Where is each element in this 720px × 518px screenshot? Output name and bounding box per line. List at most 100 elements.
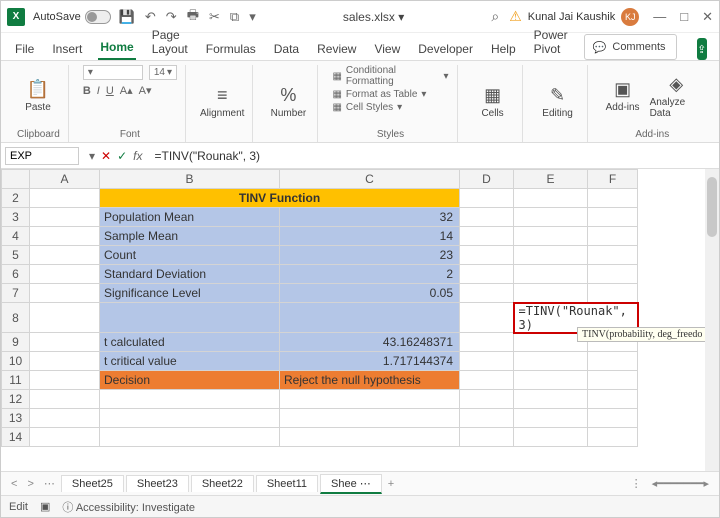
- row-header-5[interactable]: 5: [2, 246, 30, 265]
- cell-C7[interactable]: 0.05: [280, 284, 460, 303]
- font-grow-icon[interactable]: A▴: [120, 84, 133, 97]
- row-header-9[interactable]: 9: [2, 333, 30, 352]
- fx-icon[interactable]: fx: [133, 149, 142, 163]
- save-icon[interactable]: 💾: [119, 9, 135, 25]
- enter-formula-icon[interactable]: ✓: [117, 149, 127, 163]
- bold-button[interactable]: B: [83, 85, 91, 97]
- tab-page-layout[interactable]: Page Layout: [150, 24, 190, 60]
- formula-input[interactable]: =TINV("Rounak", 3): [149, 147, 720, 165]
- font-name-box[interactable]: ▾: [83, 65, 143, 80]
- cell-C6[interactable]: 2: [280, 265, 460, 284]
- sheet-tab-25[interactable]: Sheet25: [61, 475, 124, 492]
- cell-B3[interactable]: Population Mean: [100, 208, 280, 227]
- row-header-13[interactable]: 13: [2, 409, 30, 428]
- new-sheet-button[interactable]: +: [384, 478, 398, 490]
- dropdown-icon[interactable]: ▾: [89, 149, 95, 163]
- maximize-button[interactable]: □: [680, 9, 688, 25]
- format-as-table-button[interactable]: ▦ Format as Table ▾: [332, 89, 426, 100]
- cell-B10[interactable]: t critical value: [100, 352, 280, 371]
- col-header-E[interactable]: E: [514, 170, 588, 189]
- autosave-toggle[interactable]: [85, 10, 111, 24]
- col-header-B[interactable]: B: [100, 170, 280, 189]
- accessibility-status[interactable]: ⓘ Accessibility: Investigate: [62, 499, 195, 515]
- alignment-button[interactable]: ≡Alignment: [200, 85, 244, 119]
- cell-C11[interactable]: Reject the null hypothesis: [280, 371, 460, 390]
- sheet-nav-prev[interactable]: <: [7, 478, 21, 490]
- tab-insert[interactable]: Insert: [50, 38, 84, 60]
- paste-button[interactable]: 📋Paste: [17, 79, 59, 113]
- name-box[interactable]: [5, 147, 79, 165]
- tab-home[interactable]: Home: [98, 36, 135, 60]
- col-header-D[interactable]: D: [460, 170, 514, 189]
- vertical-scrollbar[interactable]: [705, 169, 719, 471]
- cells-button[interactable]: ▦Cells: [472, 85, 514, 119]
- cell-B5[interactable]: Count: [100, 246, 280, 265]
- tab-file[interactable]: File: [13, 38, 36, 60]
- user-area[interactable]: ⚠ Kunal Jai Kaushik KJ: [509, 8, 639, 26]
- sheet-tab-11[interactable]: Sheet11: [256, 475, 318, 492]
- addins-button[interactable]: ▣Add-ins: [602, 79, 644, 113]
- sheet-nav-next[interactable]: >: [23, 478, 37, 490]
- cell-B11[interactable]: Decision: [100, 371, 280, 390]
- redo-icon[interactable]: ↷: [166, 9, 177, 25]
- number-button[interactable]: %Number: [267, 85, 309, 119]
- row-header-2[interactable]: 2: [2, 189, 30, 208]
- tab-view[interactable]: View: [372, 38, 402, 60]
- copy-icon[interactable]: ⧉: [230, 9, 239, 25]
- minimize-button[interactable]: —: [653, 9, 666, 25]
- row-header-10[interactable]: 10: [2, 352, 30, 371]
- font-size-box[interactable]: 14 ▾: [149, 65, 177, 80]
- tab-data[interactable]: Data: [272, 38, 301, 60]
- row-header-14[interactable]: 14: [2, 428, 30, 447]
- cell-B4[interactable]: Sample Mean: [100, 227, 280, 246]
- cancel-formula-icon[interactable]: ✕: [101, 149, 111, 163]
- cell-B9[interactable]: t calculated: [100, 333, 280, 352]
- font-shrink-icon[interactable]: A▾: [139, 84, 152, 97]
- sheet-nav-more[interactable]: ⋯: [40, 477, 59, 490]
- col-header-A[interactable]: A: [30, 170, 100, 189]
- cell-C9[interactable]: 43.16248371: [280, 333, 460, 352]
- sheet-tab-active[interactable]: Shee ⋯: [320, 474, 382, 494]
- cut-icon[interactable]: ✂: [209, 9, 220, 25]
- cell-B8[interactable]: [100, 303, 280, 333]
- row-header-6[interactable]: 6: [2, 265, 30, 284]
- tab-developer[interactable]: Developer: [416, 38, 475, 60]
- row-header-11[interactable]: 11: [2, 371, 30, 390]
- sheet-tab-23[interactable]: Sheet23: [126, 475, 189, 492]
- italic-button[interactable]: I: [97, 85, 100, 97]
- tab-power-pivot[interactable]: Power Pivot: [532, 24, 570, 60]
- cell-B2[interactable]: TINV Function: [100, 189, 460, 208]
- sheet-tab-22[interactable]: Sheet22: [191, 475, 254, 492]
- cell-C8[interactable]: [280, 303, 460, 333]
- close-button[interactable]: ✕: [702, 9, 713, 25]
- tab-formulas[interactable]: Formulas: [204, 38, 258, 60]
- avatar[interactable]: KJ: [621, 8, 639, 26]
- share-button[interactable]: ⇪: [697, 38, 707, 60]
- cell-C5[interactable]: 23: [280, 246, 460, 265]
- tab-help[interactable]: Help: [489, 38, 518, 60]
- row-header-7[interactable]: 7: [2, 284, 30, 303]
- conditional-formatting-button[interactable]: ▦ Conditional Formatting ▾: [332, 65, 448, 87]
- row-header-3[interactable]: 3: [2, 208, 30, 227]
- select-all-corner[interactable]: [2, 170, 30, 189]
- worksheet-grid[interactable]: A B C D E F 2 TINV Function 3 Population M…: [1, 169, 719, 471]
- cell-C4[interactable]: 14: [280, 227, 460, 246]
- row-header-4[interactable]: 4: [2, 227, 30, 246]
- underline-button[interactable]: U: [106, 85, 114, 97]
- tab-review[interactable]: Review: [315, 38, 358, 60]
- editing-button[interactable]: ✎Editing: [537, 85, 579, 119]
- col-header-F[interactable]: F: [588, 170, 638, 189]
- analyze-data-button[interactable]: ◈Analyze Data: [650, 74, 703, 119]
- cell-C10[interactable]: 1.717144374: [280, 352, 460, 371]
- col-header-C[interactable]: C: [280, 170, 460, 189]
- row-header-8[interactable]: 8: [2, 303, 30, 333]
- search-icon[interactable]: ⌕: [491, 8, 499, 25]
- undo-icon[interactable]: ↶: [145, 9, 156, 25]
- macro-record-icon[interactable]: ▣: [40, 500, 50, 513]
- row-header-12[interactable]: 12: [2, 390, 30, 409]
- cell-styles-button[interactable]: ▦ Cell Styles ▾: [332, 102, 402, 113]
- cell-B6[interactable]: Standard Deviation: [100, 265, 280, 284]
- cell-B7[interactable]: Significance Level: [100, 284, 280, 303]
- comments-button[interactable]: 💬 Comments: [584, 34, 677, 60]
- cell-C3[interactable]: 32: [280, 208, 460, 227]
